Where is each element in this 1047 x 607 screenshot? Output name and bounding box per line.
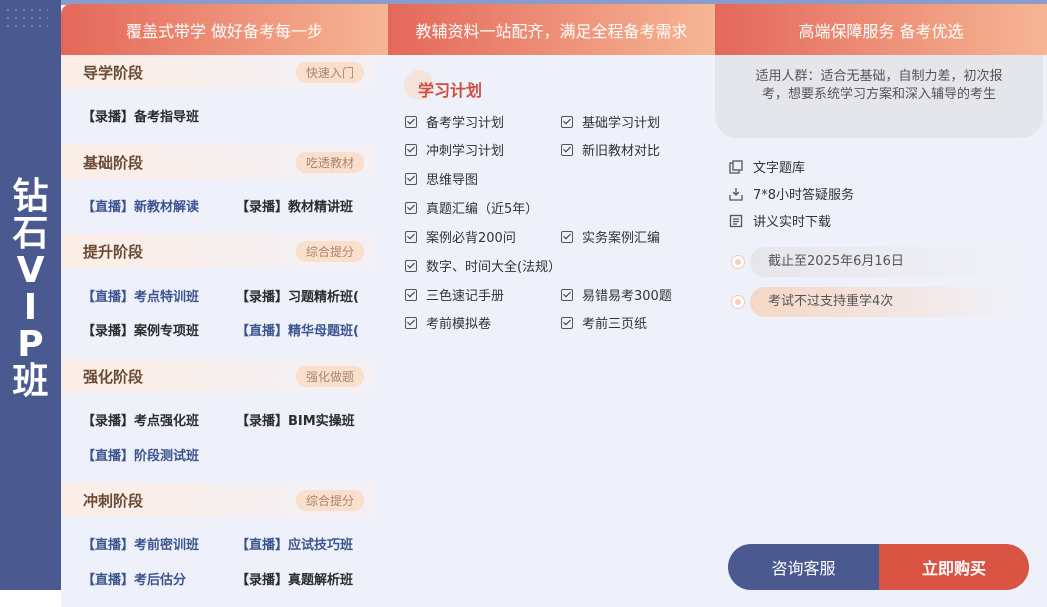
course-link[interactable]: 【直播】新教材解读 <box>82 196 199 215</box>
package-card: 覆盖式带学 做好备考每一步 教辅资料一站配齐，满足全程备考需求 高端保障服务 备… <box>61 4 1047 607</box>
checkbox-icon <box>405 230 417 243</box>
checkbox-icon <box>405 288 417 301</box>
stage-tag: 快速入门 <box>295 61 364 83</box>
material-item: 真题汇编（近5年） <box>405 198 538 217</box>
dot-icon <box>731 295 745 309</box>
side-title-char: 钻 <box>12 176 49 217</box>
material-item: 基础学习计划 <box>561 112 660 131</box>
vip-side-banner: 钻 石 V I P 班 <box>0 0 61 590</box>
stage-title: 提升阶段 <box>83 242 144 261</box>
qa-service-icon <box>729 187 743 201</box>
side-title-char: I <box>23 287 38 328</box>
checkbox-icon <box>405 115 417 128</box>
material-item: 冲刺学习计划 <box>405 140 504 159</box>
checkbox-icon <box>561 230 573 243</box>
course-link[interactable]: 【录播】案例专项班 <box>82 320 199 339</box>
stage-title: 冲刺阶段 <box>83 491 144 510</box>
download-icon <box>729 214 743 227</box>
deadline-pill: 截止至2025年6月16日 <box>731 247 1014 277</box>
decorative-dots <box>4 6 48 30</box>
course-link[interactable]: 【录播】真题解析班 <box>236 569 353 588</box>
checkbox-icon <box>405 172 417 185</box>
course-link[interactable]: 【录播】习题精析班( <box>236 286 359 305</box>
stage-tag: 吃透教材 <box>295 151 364 173</box>
service-feature: 7*8小时答疑服务 <box>729 184 854 203</box>
course-link[interactable]: 【录播】教材精讲班 <box>236 196 353 215</box>
material-item: 数字、时间大全(法规） <box>405 256 561 275</box>
suitable-audience: 适用人群：适合无基础，自制力差，初次报考，想要系统学习方案和深入辅导的考生 <box>715 55 1043 138</box>
checkbox-icon <box>561 115 573 128</box>
question-bank-icon <box>729 159 743 174</box>
course-link[interactable]: 【录播】考点强化班 <box>82 410 199 429</box>
stage-header-guide: 导学阶段 快速入门 <box>61 55 376 89</box>
side-title-char: 石 <box>12 213 49 254</box>
stage-header-sprint: 冲刺阶段 综合提分 <box>61 483 376 517</box>
material-item: 实务案例汇编 <box>561 227 660 246</box>
buy-now-button[interactable]: 立即购买 <box>879 544 1029 590</box>
vip-class-title: 钻 石 V I P 班 <box>0 178 61 400</box>
checkbox-icon <box>405 201 417 214</box>
stage-tag: 综合提分 <box>295 240 364 262</box>
stage-title: 基础阶段 <box>83 153 144 172</box>
material-item: 考前模拟卷 <box>405 313 491 332</box>
stage-header-strengthen: 强化阶段 强化做题 <box>61 359 376 393</box>
material-item: 易错易考300题 <box>561 285 672 304</box>
side-title-char: 班 <box>12 361 49 402</box>
stage-header-improve: 提升阶段 综合提分 <box>61 234 376 268</box>
plan-title: 学习计划 <box>418 81 483 100</box>
service-feature: 文字题库 <box>729 157 805 176</box>
retake-policy-pill: 考试不过支持重学4次 <box>731 287 1014 317</box>
checkbox-icon <box>405 143 417 156</box>
course-link[interactable]: 【直播】阶段测试班 <box>82 445 199 464</box>
checkbox-icon <box>405 316 417 329</box>
course-link[interactable]: 【直播】考前密训班 <box>82 534 199 553</box>
stage-tag: 强化做题 <box>295 365 364 387</box>
side-title-char: P <box>17 324 44 365</box>
material-item: 备考学习计划 <box>405 112 504 131</box>
course-link[interactable]: 【录播】备考指导班 <box>82 106 199 125</box>
stage-tag: 综合提分 <box>295 489 364 511</box>
column-header-service: 高端保障服务 备考优选 <box>715 4 1047 55</box>
material-item: 新旧教材对比 <box>561 140 660 159</box>
course-link[interactable]: 【直播】应试技巧班 <box>236 534 353 553</box>
service-feature: 讲义实时下载 <box>729 211 831 230</box>
course-link[interactable]: 【录播】BIM实操班 <box>236 410 355 429</box>
stage-title: 强化阶段 <box>83 367 144 386</box>
course-link[interactable]: 【直播】考点特训班 <box>82 286 199 305</box>
material-item: 考前三页纸 <box>561 313 647 332</box>
column-header-study: 覆盖式带学 做好备考每一步 <box>61 4 388 55</box>
material-item: 三色速记手册 <box>405 285 504 304</box>
stage-title: 导学阶段 <box>83 63 144 82</box>
checkbox-icon <box>561 143 573 156</box>
dot-icon <box>731 255 745 269</box>
stage-header-basic: 基础阶段 吃透教材 <box>61 145 376 179</box>
checkbox-icon <box>561 316 573 329</box>
checkbox-icon <box>561 288 573 301</box>
material-item: 案例必背200问 <box>405 227 516 246</box>
column-header-materials: 教辅资料一站配齐，满足全程备考需求 <box>388 4 715 55</box>
checkbox-icon <box>405 259 417 272</box>
course-link[interactable]: 【直播】精华母题班( <box>236 320 359 339</box>
consult-service-button[interactable]: 咨询客服 <box>728 544 879 590</box>
side-title-char: V <box>16 250 45 291</box>
course-link[interactable]: 【直播】考后估分 <box>82 569 186 588</box>
material-item: 思维导图 <box>405 169 478 188</box>
